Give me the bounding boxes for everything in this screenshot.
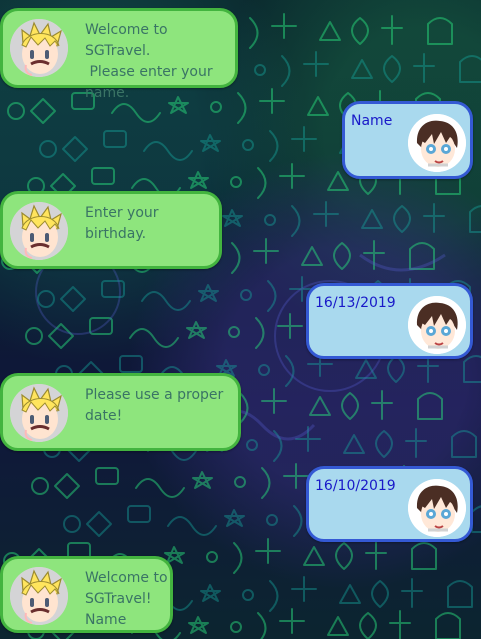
brown-haired-avatar-icon xyxy=(408,296,466,354)
brown-haired-avatar-icon xyxy=(408,114,466,172)
bot-message-text: Enter your birthday. xyxy=(85,205,163,242)
blonde-worried-avatar-icon xyxy=(10,384,68,442)
user-message-bubble: 16/13/2019 xyxy=(306,283,473,359)
user-message-text: Name xyxy=(351,113,393,129)
user-message-text: 16/13/2019 xyxy=(315,295,396,311)
blonde-worried-avatar-icon xyxy=(10,202,68,260)
blonde-worried-avatar-icon xyxy=(10,567,68,625)
bot-message-bubble: Welcome to SGTravel! Name xyxy=(0,556,173,633)
bot-message-text: Please use a proper date! xyxy=(85,387,224,424)
blonde-worried-avatar-icon xyxy=(10,19,68,77)
brown-haired-avatar-icon xyxy=(408,479,466,537)
user-message-text: 16/10/2019 xyxy=(315,478,396,494)
bot-message-bubble: Welcome to SGTravel. Please enter your n… xyxy=(0,8,238,101)
bot-message-bubble: Enter your birthday. xyxy=(0,191,222,269)
bot-message-text: Welcome to SGTravel. Please enter your n… xyxy=(85,22,213,101)
bot-message-text: Welcome to SGTravel! Name xyxy=(85,570,168,628)
user-message-bubble: 16/10/2019 xyxy=(306,466,473,542)
bot-message-bubble: Please use a proper date! xyxy=(0,373,241,451)
chat-screen: Welcome to SGTravel. Please enter your n… xyxy=(0,0,481,639)
user-message-bubble: Name xyxy=(342,101,473,179)
